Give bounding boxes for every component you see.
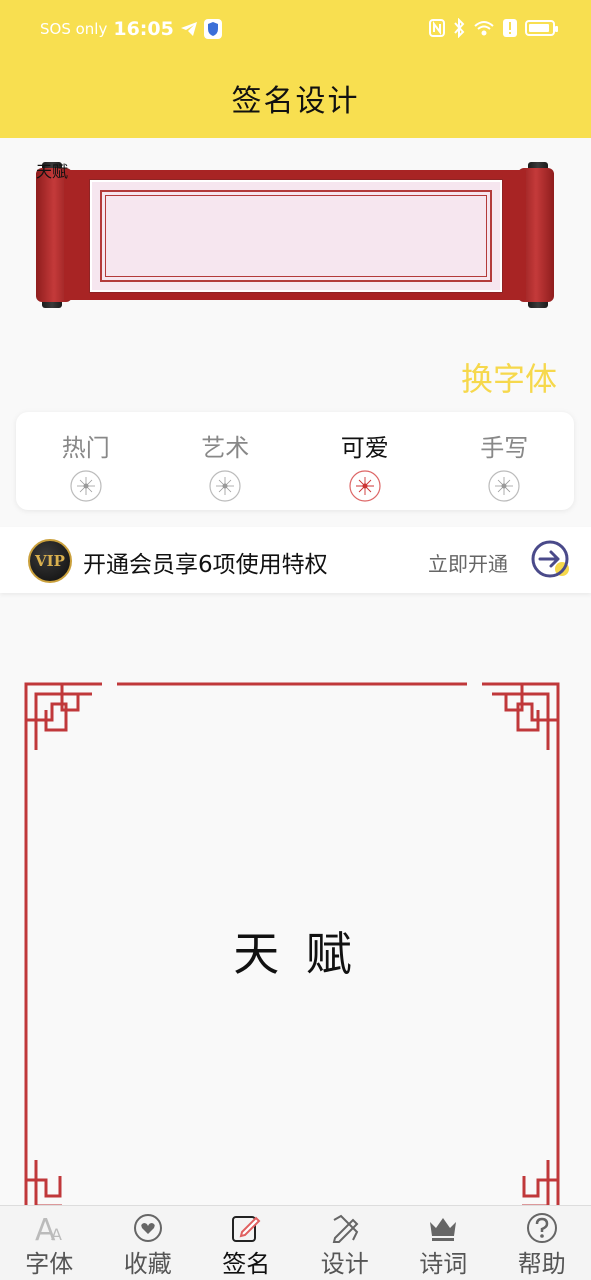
edit-icon — [232, 1216, 261, 1242]
nfc-icon — [429, 19, 445, 37]
font-icon: AA — [35, 1213, 62, 1244]
tab-cute[interactable]: 可爱 — [295, 412, 435, 510]
design-icon — [332, 1214, 359, 1243]
flower-icon — [349, 470, 381, 502]
bottom-nav: AA 字体 收藏 签名 设计 诗词 帮助 — [0, 1205, 591, 1280]
nav-label: 设计 — [320, 1250, 369, 1278]
switch-font-button[interactable]: 换字体 — [461, 354, 557, 400]
shield-icon — [203, 19, 222, 39]
nav-item-favorites[interactable]: 收藏 — [99, 1206, 198, 1280]
flower-icon — [70, 470, 102, 502]
alert-icon — [503, 19, 517, 37]
carrier-text: SOS only — [40, 20, 108, 38]
preview-name: 天赋 — [36, 162, 69, 181]
bluetooth-icon — [454, 18, 465, 38]
tab-label: 艺术 — [201, 434, 250, 462]
help-icon — [526, 1213, 557, 1243]
vip-badge-icon: VIP — [28, 539, 72, 583]
tab-label: 可爱 — [340, 434, 389, 462]
vip-text: 开通会员享6项使用特权 — [83, 552, 328, 578]
tab-label: 手写 — [480, 434, 529, 462]
tab-art[interactable]: 艺术 — [156, 412, 296, 510]
status-bar: SOS only 16:05 — [0, 18, 591, 48]
tab-label: 热门 — [61, 434, 110, 462]
arrow-right-icon[interactable] — [530, 539, 570, 579]
page-title: 签名设计 — [231, 84, 360, 119]
tab-hot[interactable]: 热门 — [16, 412, 156, 510]
wifi-icon — [474, 21, 494, 36]
vip-open-link[interactable]: 立即开通 — [428, 548, 508, 577]
telegram-icon — [180, 22, 197, 36]
nav-label: 字体 — [25, 1250, 74, 1278]
signature-preview-scroll[interactable] — [36, 158, 554, 312]
nav-item-poetry[interactable]: 诗词 — [394, 1206, 493, 1280]
flower-icon — [488, 470, 520, 502]
crown-icon — [430, 1218, 457, 1241]
tab-handwriting[interactable]: 手写 — [435, 412, 575, 510]
category-tabs: 热门 艺术 可爱 手写 — [16, 412, 574, 510]
heart-icon — [133, 1214, 162, 1242]
nav-item-signature[interactable]: 签名 — [197, 1206, 296, 1280]
nav-label: 收藏 — [123, 1250, 172, 1278]
clock: 16:05 — [113, 18, 174, 40]
nav-item-font[interactable]: AA 字体 — [0, 1206, 99, 1280]
nav-label: 诗词 — [419, 1250, 468, 1278]
nav-label: 帮助 — [517, 1250, 566, 1278]
vip-banner[interactable]: VIP 开通会员享6项使用特权 立即开通 — [0, 527, 591, 593]
signature-canvas-text: 天 赋 — [233, 927, 358, 981]
scroll-paper — [89, 179, 503, 293]
battery-icon — [525, 20, 558, 36]
nav-item-design[interactable]: 设计 — [296, 1206, 395, 1280]
flower-icon — [209, 470, 241, 502]
nav-item-help[interactable]: 帮助 — [493, 1206, 591, 1280]
svg-text:A: A — [51, 1225, 62, 1244]
top-bar: SOS only 16:05 签名设计 — [0, 0, 591, 138]
nav-label: 签名 — [222, 1250, 271, 1278]
